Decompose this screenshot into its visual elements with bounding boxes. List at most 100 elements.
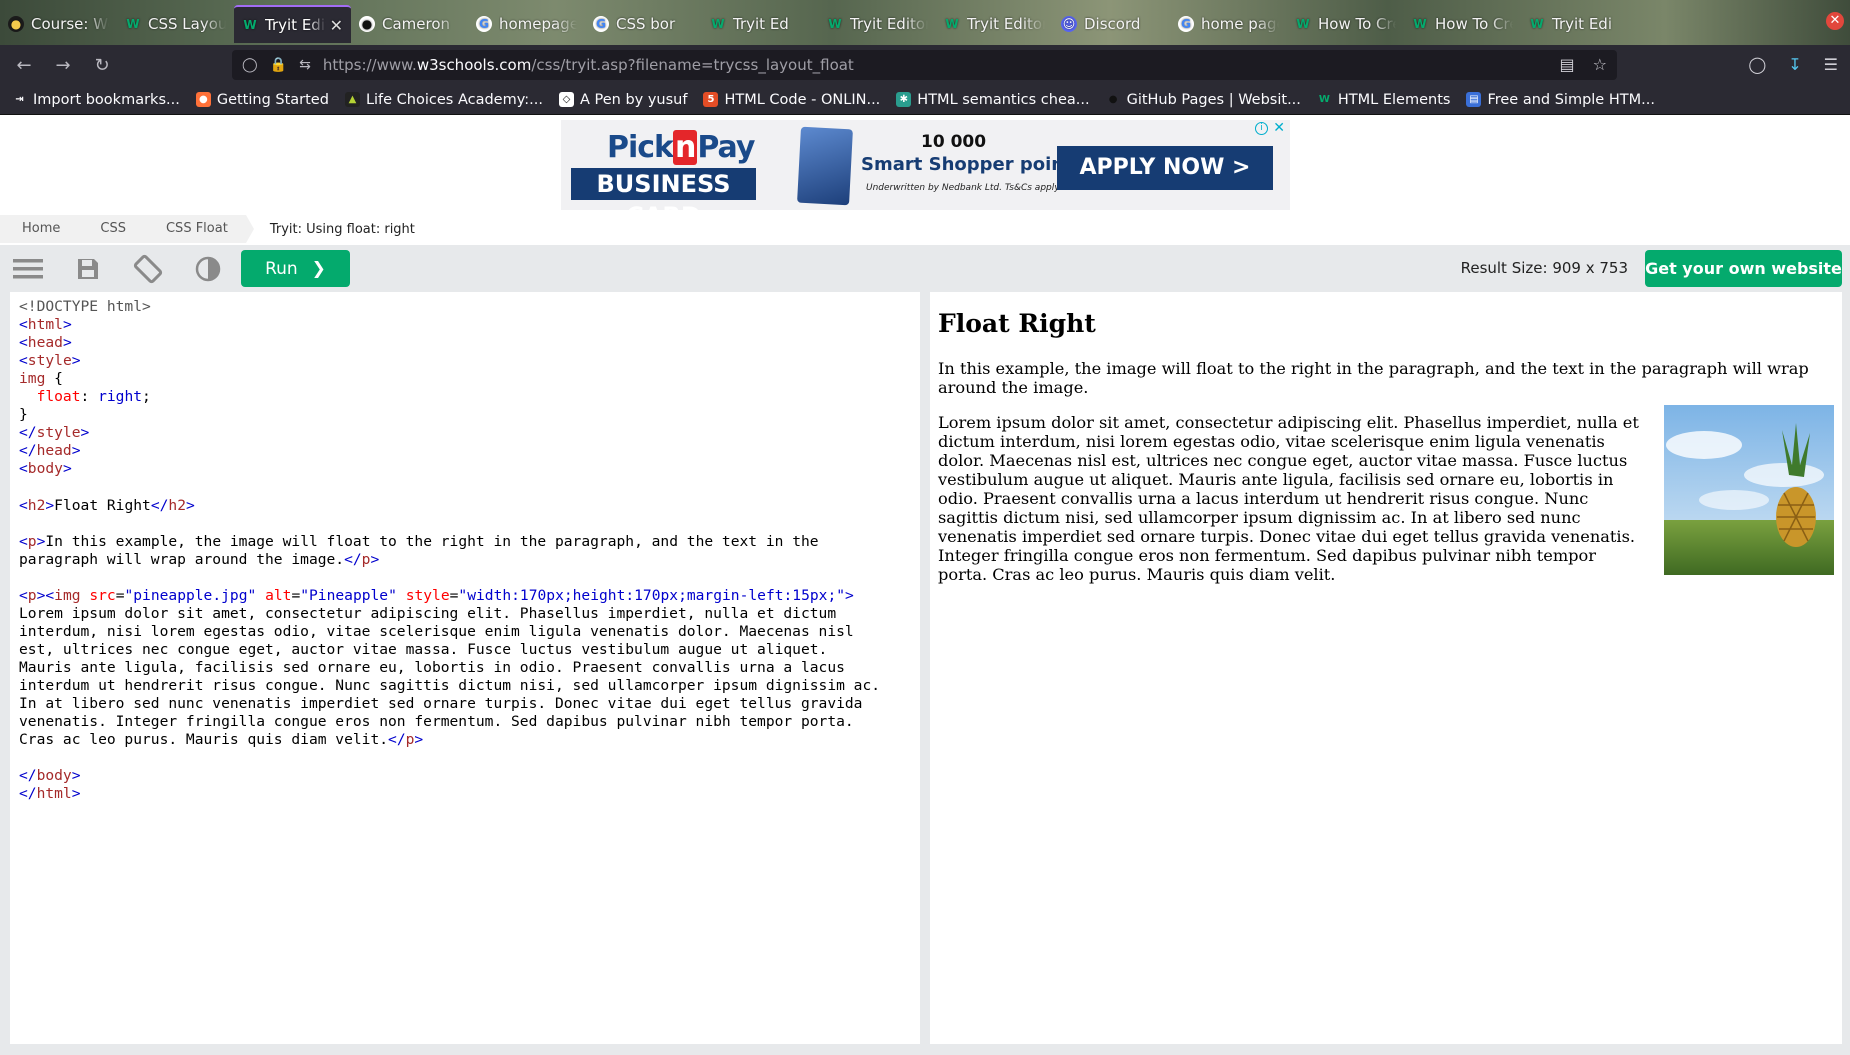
w3schools-icon: W	[1530, 17, 1544, 31]
code-token: alt	[265, 586, 292, 604]
hamburger-menu-icon[interactable]	[8, 251, 48, 287]
ad-card-image	[797, 126, 853, 206]
menu-icon[interactable]: ☰	[1824, 55, 1838, 74]
ad-apply-button[interactable]: APPLY NOW >	[1057, 146, 1273, 190]
rotate-layout-icon[interactable]	[128, 251, 168, 287]
bookmark-item[interactable]: ▲ Life Choices Academy:...	[344, 92, 543, 108]
bookmark-label: Free and Simple HTM...	[1487, 91, 1655, 108]
firefox-icon: ●	[195, 92, 211, 107]
forward-icon[interactable]: →	[49, 51, 77, 79]
result-frame[interactable]: Float Right In this example, the image w…	[930, 292, 1842, 1044]
bookmark-item[interactable]: ✱ HTML semantics chea...	[896, 92, 1090, 108]
code-token: >	[414, 731, 424, 749]
code-line: img {	[19, 370, 920, 388]
code-token: </	[19, 442, 37, 460]
browser-tab[interactable]: W How To Cre	[1287, 5, 1404, 43]
url-text[interactable]: https://www.w3schools.com/css/tryit.asp?…	[323, 56, 854, 74]
browser-tab[interactable]: W Tryit Editor	[936, 5, 1053, 43]
code-token: right	[98, 388, 143, 406]
download-icon[interactable]: ↧	[1788, 55, 1801, 74]
code-editor[interactable]: <!DOCTYPE html> <html> <head> <style> img { …	[10, 292, 920, 1044]
code-line: Cras ac leo purus. Mauris quis diam veli…	[19, 731, 920, 749]
bookmark-item[interactable]: 5 HTML Code - ONLIN...	[703, 92, 880, 108]
bookmark-label: HTML Elements	[1337, 91, 1451, 108]
w3schools-icon: W	[945, 17, 959, 31]
code-token: paragraph will wrap around the image.	[19, 550, 345, 568]
browser-tab[interactable]: W Tryit Editor	[819, 5, 936, 43]
result-heading: Float Right	[938, 309, 1096, 338]
bookmark-item[interactable]: ▤ Free and Simple HTM...	[1466, 92, 1655, 108]
browser-tab[interactable]: ● Cameron	[351, 5, 468, 43]
ad-banner[interactable]: PicknPay BUSINESS CARD 10 000 Smart Shop…	[561, 120, 1290, 210]
breadcrumb-css-float[interactable]: CSS Float	[143, 215, 254, 243]
browser-tab[interactable]: ☺ Discord	[1053, 5, 1170, 43]
code-line: interdum, nisi lorem egestas odio, vitae…	[19, 623, 920, 641]
code-token: >	[71, 352, 81, 370]
browser-tab[interactable]: Ghomepage	[468, 5, 585, 43]
back-icon[interactable]: ←	[10, 51, 38, 79]
code-line: venenatis. Integer fringilla congue eros…	[19, 713, 920, 731]
code-token: ;	[142, 388, 151, 406]
html-icon: 5	[703, 92, 719, 107]
browser-tab[interactable]: W CSS Layout	[117, 5, 234, 43]
browser-tab[interactable]: Ghome page	[1170, 5, 1287, 43]
browser-tab-label: Cameron	[382, 15, 451, 33]
ad-info-icon[interactable]: i	[1255, 122, 1268, 135]
code-token: >	[370, 550, 380, 568]
import-icon: ⇥	[15, 94, 24, 105]
bookmark-label: Import bookmarks...	[33, 91, 180, 108]
panel-resize-handle[interactable]	[920, 292, 930, 1055]
address-bar[interactable]: ◯ 🔒 ⇆ https://www.w3schools.com/css/tryi…	[232, 50, 1617, 80]
bookmark-item[interactable]: ● Getting Started	[195, 92, 329, 108]
browser-tab[interactable]: W Tryit Edit ✕	[234, 5, 351, 43]
bookmark-item[interactable]: W HTML Elements	[1317, 92, 1451, 108]
code-token: Lorem ipsum dolor sit amet, consectetur …	[19, 604, 837, 622]
code-token: =	[291, 586, 301, 604]
code-line: est, ultrices nec congue eget, auctor vi…	[19, 641, 920, 659]
browser-tab[interactable]: G CSS bor	[585, 5, 702, 43]
reload-icon[interactable]: ↻	[88, 51, 116, 79]
ad-close-icon[interactable]: ✕	[1273, 120, 1285, 136]
code-token: >	[62, 334, 72, 352]
pocket-icon[interactable]: ◯	[1748, 55, 1766, 74]
run-button[interactable]: Run ❯	[241, 250, 350, 287]
browser-tab-label: Tryit Edi	[1552, 15, 1612, 33]
browser-tab-label: Tryit Editor	[967, 15, 1045, 33]
lock-icon[interactable]: 🔒	[270, 57, 287, 73]
browser-tab-label: home page	[1201, 15, 1279, 33]
code-token: <	[19, 586, 28, 604]
browser-tab[interactable]: ● Course: Web	[0, 5, 117, 43]
bookmark-item[interactable]: ◇ A Pen by yusuf	[558, 92, 687, 108]
reader-view-icon[interactable]: ▤	[1560, 55, 1575, 74]
code-token: interdum ut hendrerit risus congue. Nunc…	[19, 676, 881, 694]
code-token: "pineapple.jpg"	[124, 586, 257, 604]
bookmark-item[interactable]: ⇥ Import bookmarks...	[12, 92, 180, 108]
breadcrumb-home[interactable]: Home	[0, 215, 87, 243]
code-token: src	[89, 586, 116, 604]
code-token: >	[845, 586, 854, 604]
browser-tab-label: Course: Web	[31, 15, 109, 33]
browser-tab[interactable]: W How To Cre	[1404, 5, 1521, 43]
tab-close-icon[interactable]: ✕	[330, 16, 343, 35]
browser-tab-label: CSS Layout	[148, 15, 226, 33]
bookmark-item[interactable]: ● GitHub Pages | Websit...	[1105, 92, 1301, 108]
code-token: head	[27, 334, 63, 352]
browser-tab[interactable]: W Tryit Ed	[702, 5, 819, 43]
theme-contrast-icon[interactable]	[188, 251, 228, 287]
window-close-icon[interactable]: ✕	[1826, 12, 1844, 30]
browser-tab-label: Tryit Edit	[265, 16, 326, 34]
breadcrumb-css[interactable]: CSS	[78, 215, 152, 243]
get-your-own-website-button[interactable]: Get your own website	[1645, 250, 1842, 287]
browser-tab[interactable]: W Tryit Edi	[1521, 5, 1638, 43]
code-token: "width:170px;height:170px;margin-left:15…	[458, 586, 846, 604]
code-token: p	[27, 532, 37, 550]
browser-tab-label: How To Cre	[1435, 15, 1513, 33]
permissions-icon[interactable]: ⇆	[299, 57, 311, 73]
save-icon[interactable]	[68, 251, 108, 287]
bookmark-star-icon[interactable]: ☆	[1593, 55, 1607, 74]
shield-icon[interactable]: ◯	[242, 57, 258, 73]
cheatsheet-icon: ✱	[896, 92, 912, 107]
